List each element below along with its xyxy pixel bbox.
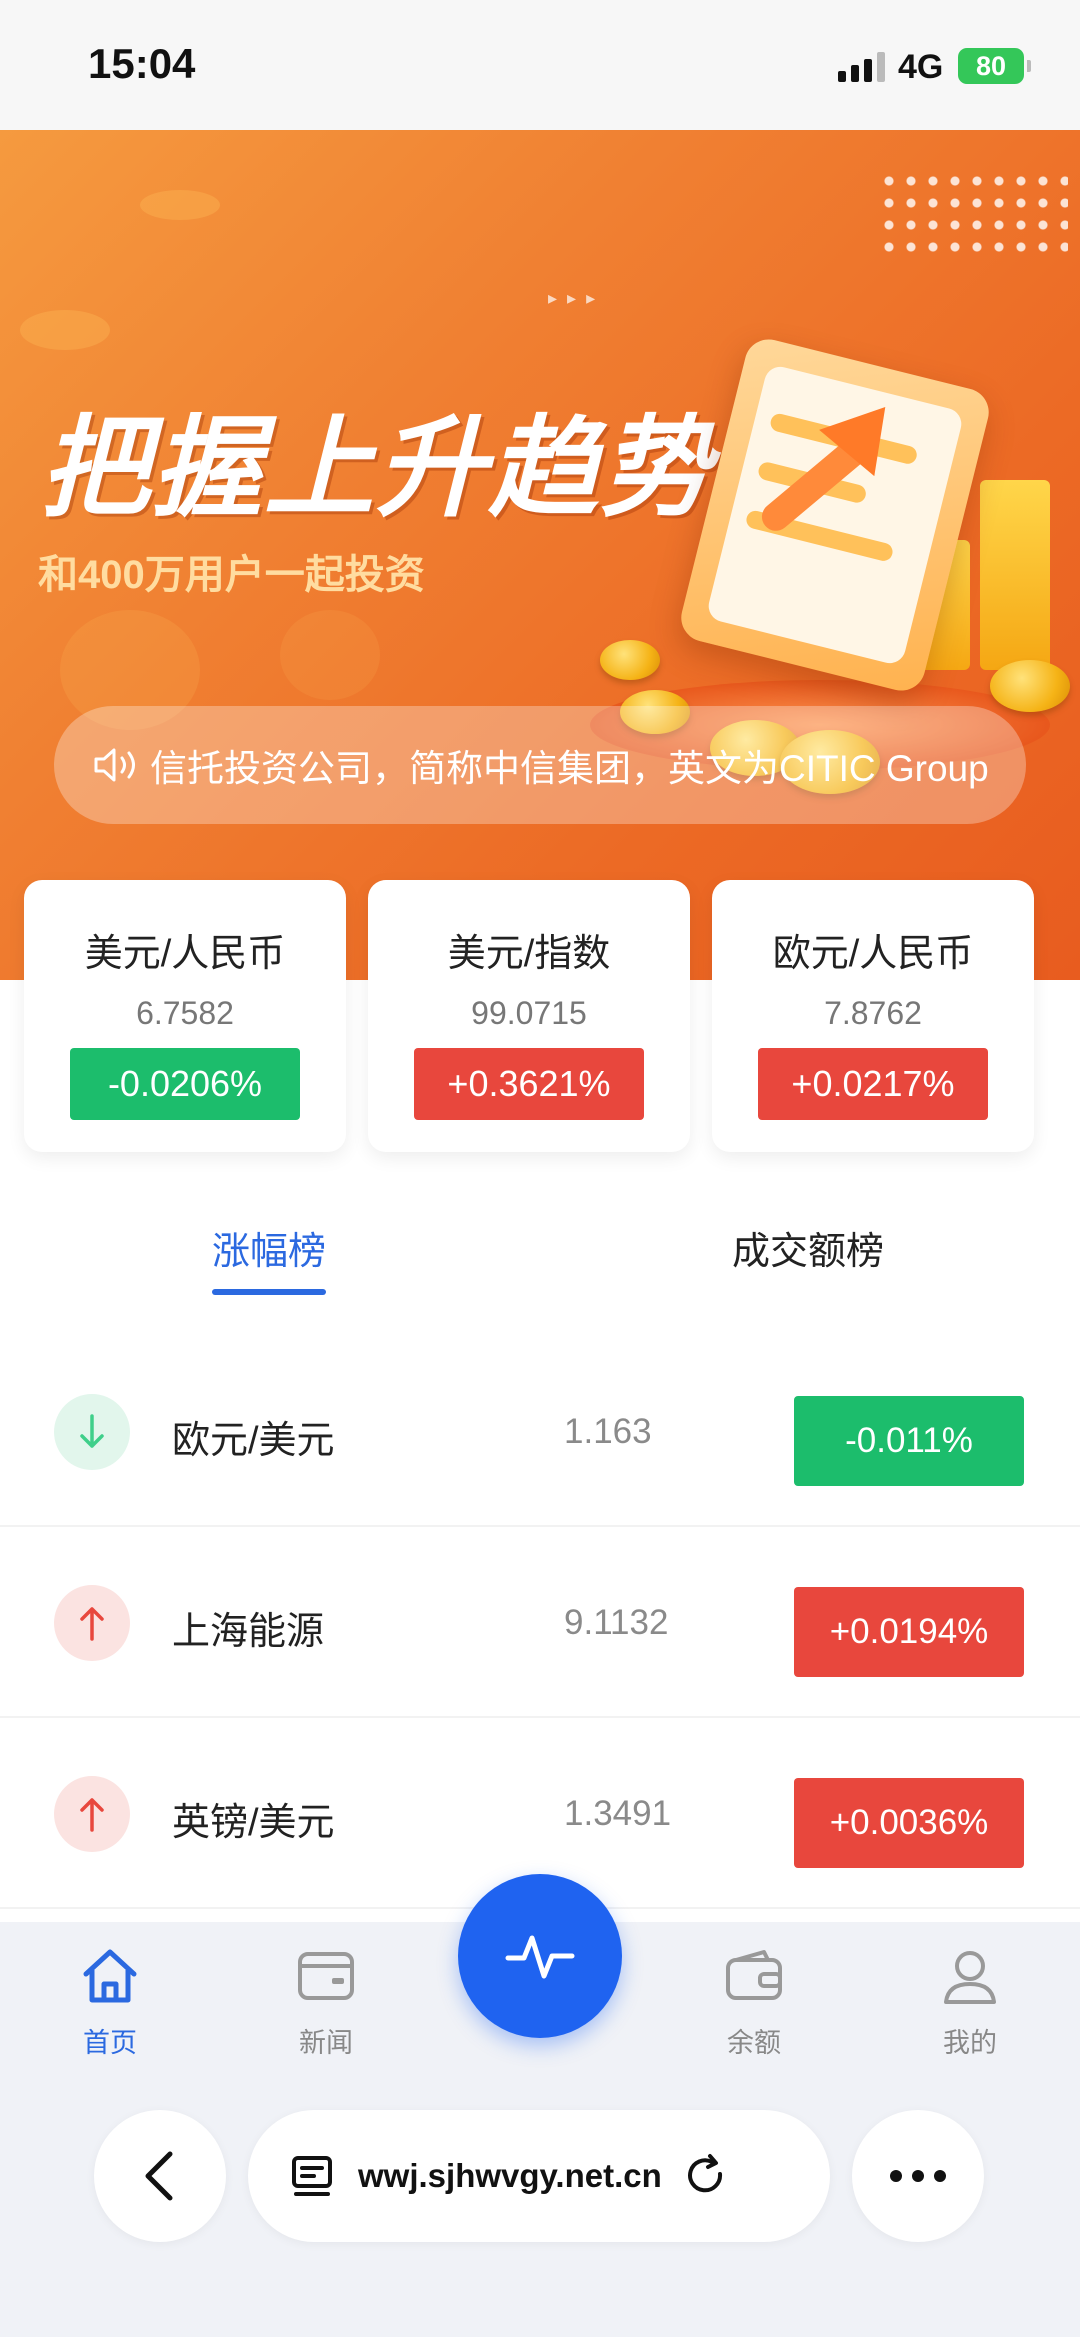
status-bar: 15:04 4G 80 [0, 0, 1080, 130]
coin-icon [990, 660, 1070, 712]
card-name: 美元/人民币 [84, 933, 286, 975]
tab-label: 余额 [727, 2028, 781, 2058]
list-item[interactable]: 欧元/美元 1.163 -0.011% [0, 1336, 1080, 1527]
currency-card[interactable]: 美元/指数 99.0715 +0.3621% [368, 880, 690, 1152]
card-change: +0.0217% [758, 1048, 988, 1120]
list-item[interactable]: 上海能源 9.1132 +0.0194% [0, 1527, 1080, 1718]
address-bar[interactable]: wwj.sjhwvgy.net.cn [248, 2110, 830, 2242]
tab-label: 我的 [943, 2028, 997, 2058]
product-name: 欧元/美元 [172, 1420, 335, 1462]
wallet-card-icon [298, 1952, 354, 2000]
status-time: 15:04 [88, 40, 196, 87]
product-change: -0.011% [794, 1396, 1024, 1486]
speaker-icon [94, 748, 135, 782]
card-value: 7.8762 [824, 995, 922, 1031]
product-change: +0.0194% [794, 1587, 1024, 1677]
reload-icon[interactable] [682, 2152, 730, 2200]
product-price: 1.3491 [564, 1794, 672, 1833]
product-price: 9.1132 [564, 1603, 669, 1642]
tab-balance[interactable]: 余额 [684, 1944, 824, 2060]
product-name: 上海能源 [172, 1611, 325, 1653]
home-icon [83, 1949, 137, 2003]
notice-text: 信托投资公司，简称中信集团，英文为CITIC Group [150, 748, 989, 789]
tab-label: 新闻 [299, 2028, 353, 2058]
decor-dots [878, 170, 1068, 260]
battery-icon: 80 [958, 48, 1031, 84]
up-arrow-icon [54, 1776, 130, 1852]
tab-news[interactable]: 新闻 [256, 1944, 396, 2060]
market-pulse-button[interactable] [458, 1874, 622, 2038]
product-change: +0.0036% [794, 1778, 1024, 1868]
product-price: 1.163 [564, 1412, 652, 1451]
card-change: +0.3621% [414, 1048, 644, 1120]
card-name: 欧元/人民币 [772, 933, 974, 975]
down-arrow-icon [54, 1394, 130, 1470]
tab-label: 首页 [83, 2028, 137, 2058]
tab-gainers[interactable]: 涨幅榜 [212, 1220, 327, 1295]
url-text: wwj.sjhwvgy.net.cn [358, 2157, 662, 2194]
card-name: 美元/指数 [447, 933, 611, 975]
card-value: 6.7582 [136, 995, 234, 1031]
up-arrow-icon [54, 1585, 130, 1661]
currency-card[interactable]: 美元/人民币 6.7582 -0.0206% [24, 880, 346, 1152]
page-menu-icon [292, 2156, 332, 2196]
user-icon [944, 1951, 996, 2004]
banner-subtitle: 和400万用户一起投资 [38, 553, 425, 597]
tab-mine[interactable]: 我的 [900, 1944, 1040, 2060]
card-change: -0.0206% [70, 1048, 300, 1120]
product-name: 英镑/美元 [172, 1802, 335, 1844]
decor-blob [140, 190, 220, 220]
tab-turnover[interactable]: 成交额榜 [732, 1220, 884, 1275]
card-value: 99.0715 [471, 995, 587, 1031]
notice-bar[interactable]: 信托投资公司，简称中信集团，英文为CITIC Group [54, 706, 1026, 824]
decor-blob [20, 310, 110, 350]
decor-blob [280, 610, 380, 700]
more-options-button[interactable] [852, 2110, 984, 2242]
ellipsis-icon [890, 2170, 946, 2182]
ranking-tabs: 涨幅榜 成交额榜 [0, 1220, 1080, 1320]
coin-icon [600, 640, 660, 680]
bar-block [980, 480, 1050, 670]
battery-level: 80 [975, 50, 1007, 81]
currency-cards: 美元/人民币 6.7582 -0.0206% 美元/指数 99.0715 +0.… [24, 880, 1056, 1152]
tab-home[interactable]: 首页 [40, 1944, 180, 2060]
ranking-list: 欧元/美元 1.163 -0.011% 上海能源 9.1132 +0.0194%… [0, 1336, 1080, 1909]
promo-banner[interactable]: ▸▸▸ 把握上升趋势 和400万用户一起投资 信托投资公司，简称中信集团，英文为… [0, 130, 1080, 980]
signal-icon [838, 52, 885, 82]
network-type: 4G [898, 48, 944, 86]
pulse-icon [505, 1935, 575, 1979]
currency-card[interactable]: 欧元/人民币 7.8762 +0.0217% [712, 880, 1034, 1152]
browser-back-button[interactable] [94, 2110, 226, 2242]
wallet-icon [726, 1950, 782, 2000]
chevron-left-icon [145, 2151, 173, 2201]
